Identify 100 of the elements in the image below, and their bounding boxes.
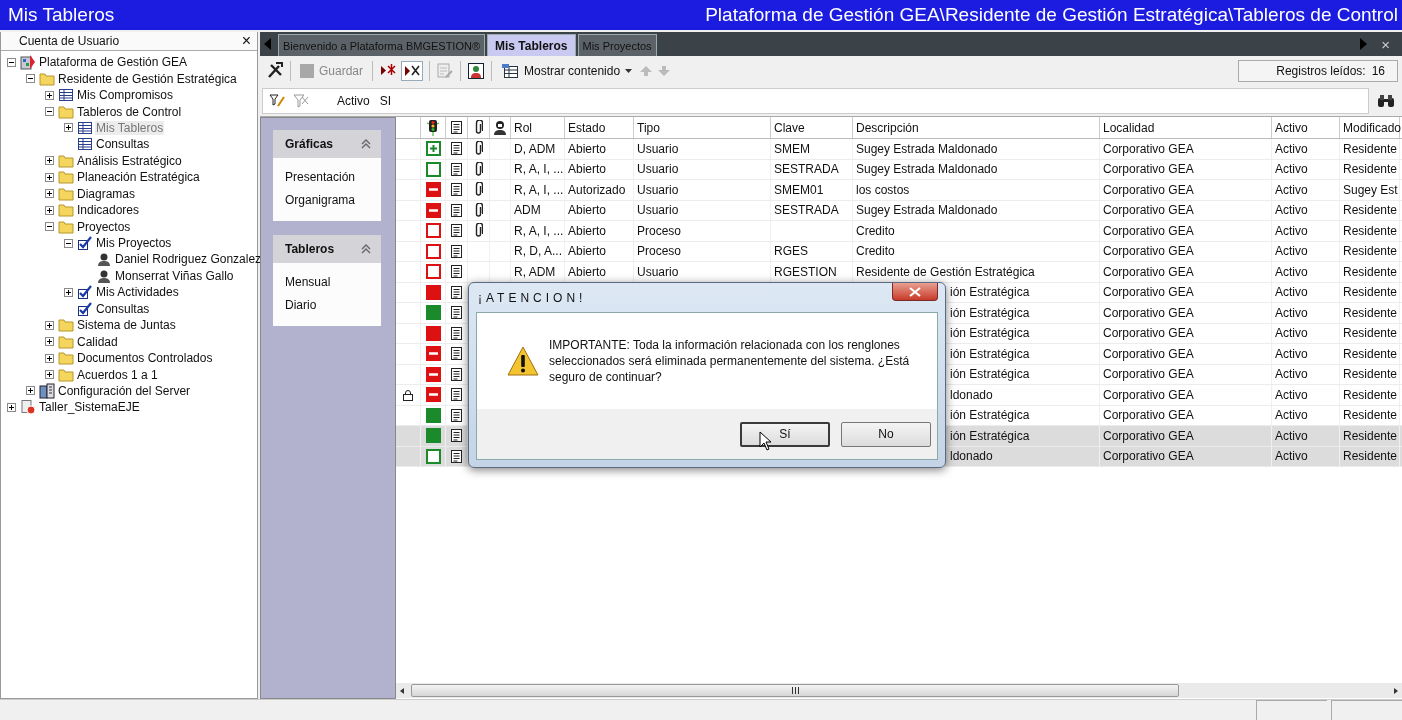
table-cell: Credito — [856, 244, 895, 259]
table-cell: Activo — [1275, 428, 1308, 443]
table-cell: Residente — [1343, 305, 1398, 320]
table-cell: Abierto — [568, 264, 607, 279]
table-cell: Residente — [1343, 428, 1398, 443]
filter-value: SI — [379, 94, 392, 108]
table-cell: Activo — [1275, 264, 1308, 279]
table-cell: Activo — [1275, 449, 1308, 464]
table-cell: Residente — [1343, 223, 1398, 238]
table-cell: Proceso — [637, 244, 682, 259]
table-cell: Residente — [1343, 203, 1398, 218]
table-cell: Usuario — [637, 264, 679, 279]
table-cell: ldonado — [950, 387, 993, 402]
table-cell: R, D, A... — [514, 244, 562, 259]
table-cell: Activo — [1275, 346, 1308, 361]
dialog-message: IMPORTANTE: Toda la información relacionada con los renglones seleccionados será eliminada permanentemente del sistema. ¿Está seguro de continuar? — [549, 337, 911, 385]
table-cell: R, A, I, ... — [514, 223, 564, 238]
table-cell: Activo — [1275, 244, 1308, 259]
table-cell: RGES — [774, 244, 808, 259]
table-cell: R, A, I, ... — [514, 182, 564, 197]
table-cell: Usuario — [637, 203, 679, 218]
table-cell: Activo — [1275, 141, 1308, 156]
table-cell: Corporativo GEA — [1103, 285, 1194, 300]
table-cell: Activo — [1275, 367, 1308, 382]
table-cell: Residente — [1343, 162, 1398, 177]
table-cell: ión Estratégica — [950, 428, 1030, 443]
table-cell: RGESTION — [774, 264, 837, 279]
table-cell: R, ADM — [514, 264, 556, 279]
table-cell: Activo — [1275, 223, 1308, 238]
table-cell: SMEM01 — [774, 182, 824, 197]
table-cell: Residente — [1343, 141, 1398, 156]
records-count: 16 — [1371, 64, 1385, 78]
table-cell: Activo — [1275, 182, 1308, 197]
table-cell: Residente de Gestión Estratégica — [856, 264, 1035, 279]
window-title: Mis Tableros — [8, 4, 115, 26]
table-cell: Corporativo GEA — [1103, 449, 1194, 464]
table-cell: Activo — [1275, 326, 1308, 341]
table-cell: Activo — [1275, 408, 1308, 423]
table-cell: Residente — [1343, 449, 1398, 464]
dialog-title: ¡ATENCION! — [477, 290, 587, 305]
table-cell: R, A, I, ... — [514, 162, 564, 177]
table-cell: Corporativo GEA — [1103, 408, 1194, 423]
table-cell: Residente — [1343, 285, 1398, 300]
filter-label: Activo — [337, 94, 370, 108]
breadcrumb-path: Plataforma de Gestión GEA\Residente de Gestión Estratégica\Tableros de Control — [705, 4, 1398, 26]
table-cell: Residente — [1343, 387, 1398, 402]
table-cell: Corporativo GEA — [1103, 162, 1194, 177]
table-cell: Corporativo GEA — [1103, 346, 1194, 361]
table-cell: ión Estratégica — [950, 305, 1030, 320]
table-cell: Abierto — [568, 141, 607, 156]
table-cell: SESTRADA — [774, 203, 839, 218]
table-cell: Residente — [1343, 367, 1398, 382]
card-title: Tableros — [285, 242, 335, 256]
table-cell: Sugey Estrada Maldonado — [856, 162, 998, 177]
table-cell: Activo — [1275, 203, 1308, 218]
panel-title: Cuenta de Usuario — [19, 34, 120, 48]
table-cell: Corporativo GEA — [1103, 223, 1194, 238]
table-cell: ión Estratégica — [950, 408, 1030, 423]
table-cell: Credito — [856, 223, 895, 238]
table-cell: Sugey Estrada Maldonado — [856, 203, 998, 218]
table-cell: ión Estratégica — [950, 285, 1030, 300]
table-cell: ADM — [514, 203, 541, 218]
table-cell: Residente — [1343, 326, 1398, 341]
table-cell: Activo — [1275, 285, 1308, 300]
table-cell: Residente — [1343, 346, 1398, 361]
table-cell: Corporativo GEA — [1103, 367, 1194, 382]
table-cell: Usuario — [637, 182, 679, 197]
table-cell: ión Estratégica — [950, 367, 1030, 382]
table-cell: Abierto — [568, 244, 607, 259]
table-cell: D, ADM — [514, 141, 556, 156]
table-cell: Corporativo GEA — [1103, 203, 1194, 218]
table-cell: ldonado — [950, 449, 993, 464]
table-cell: Corporativo GEA — [1103, 264, 1194, 279]
table-cell: Corporativo GEA — [1103, 141, 1194, 156]
table-cell: Usuario — [637, 141, 679, 156]
table-cell: Activo — [1275, 162, 1308, 177]
table-cell: los costos — [856, 182, 910, 197]
table-cell: ión Estratégica — [950, 346, 1030, 361]
records-label: Registros leídos: — [1276, 64, 1366, 78]
table-cell: Corporativo GEA — [1103, 387, 1194, 402]
table-cell: Corporativo GEA — [1103, 326, 1194, 341]
table-cell: Corporativo GEA — [1103, 244, 1194, 259]
table-cell: Residente — [1343, 408, 1398, 423]
table-cell: Residente — [1343, 244, 1398, 259]
table-cell: Usuario — [637, 162, 679, 177]
table-cell: Activo — [1275, 387, 1308, 402]
table-cell: SESTRADA — [774, 162, 839, 177]
card-title: Gráficas — [285, 137, 334, 151]
table-cell: Abierto — [568, 203, 607, 218]
table-cell: Abierto — [568, 223, 607, 238]
table-cell: Residente — [1343, 264, 1398, 279]
table-cell: Proceso — [637, 223, 682, 238]
table-cell: Corporativo GEA — [1103, 305, 1194, 320]
table-cell: Autorizado — [568, 182, 626, 197]
table-cell: Abierto — [568, 162, 607, 177]
table-cell: Corporativo GEA — [1103, 428, 1194, 443]
table-cell: Sugey Est — [1343, 182, 1398, 197]
table-cell: Corporativo GEA — [1103, 182, 1194, 197]
table-cell: Sugey Estrada Maldonado — [856, 141, 998, 156]
table-cell: SMEM — [774, 141, 810, 156]
